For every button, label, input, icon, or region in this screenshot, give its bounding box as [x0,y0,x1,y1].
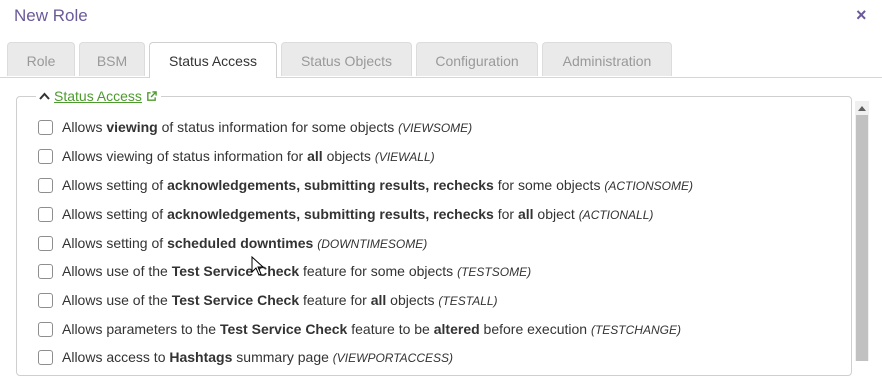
permission-code: (ACTIONSOME) [604,179,694,193]
permission-text: Test Service Check [219,321,348,337]
permission-label: Allows use of the Test Service Check fea… [62,292,498,308]
permission-checkbox[interactable] [38,263,53,279]
permission-text: for some objects [493,177,605,193]
permission-text: summary page [232,349,333,365]
permission-checkbox[interactable] [38,321,53,337]
permission-text: all [517,206,534,222]
permission-row[interactable]: Allows setting of acknowledgements, subm… [38,204,653,224]
tab-configuration[interactable]: Configuration [416,42,538,76]
close-icon[interactable]: × [856,5,867,26]
permission-text: all [370,292,387,308]
permission-text: altered [433,321,480,337]
external-link-icon[interactable] [146,90,157,102]
permission-text: Allows setting of [62,177,168,193]
permission-code: (VIEWALL) [374,150,435,164]
permission-text: Test Service Check [171,292,300,308]
permission-checkbox[interactable] [38,349,53,365]
permission-label: Allows parameters to the Test Service Ch… [62,321,681,337]
permission-row[interactable]: Allows viewing of status information for… [38,146,435,166]
permission-text: acknowledgements, submitting results, re… [167,177,494,193]
permission-checkbox[interactable] [38,148,53,164]
permission-code: (DOWNTIMESOME) [317,237,428,251]
permission-checkbox[interactable] [38,235,53,251]
permission-checkbox[interactable] [38,177,53,193]
permission-label: Allows viewing of status information for… [62,119,472,135]
permission-row[interactable]: Allows use of the Test Service Check fea… [38,290,498,310]
permission-checkbox[interactable] [38,292,53,308]
permission-row[interactable]: Allows access to Hashtags summary page (… [38,347,453,367]
permission-text: viewing [106,119,158,135]
scroll-up-icon[interactable] [855,101,869,115]
permission-text: Allows setting of [62,235,168,251]
permission-text: Allows viewing of status information for [62,148,308,164]
permission-text: objects [386,292,439,308]
scrollbar-thumb[interactable] [856,115,868,361]
section-legend[interactable]: Status Access [36,88,161,104]
permission-text: of status information for some objects [157,119,399,135]
permission-text: Allows use of the [62,263,172,279]
tab-administration[interactable]: Administration [542,42,672,76]
section-title-link[interactable]: Status Access [54,88,142,104]
tab-bsm[interactable]: BSM [79,42,145,76]
tab-bar: Role BSM Status Access Status Objects Co… [0,42,882,78]
dialog-title: New Role [14,6,88,25]
permission-code: (TESTALL) [438,294,498,308]
permission-text: Hashtags [169,349,233,365]
permission-row[interactable]: Allows setting of scheduled downtimes (D… [38,233,427,253]
permission-text: Allows parameters to the [62,321,220,337]
permission-text: objects [322,148,375,164]
permission-label: Allows access to Hashtags summary page (… [62,349,453,365]
tab-role[interactable]: Role [7,42,75,76]
permission-text: before execution [479,321,591,337]
permission-label: Allows setting of acknowledgements, subm… [62,206,653,222]
tab-status-access[interactable]: Status Access [149,42,277,78]
permission-text: scheduled downtimes [167,235,314,251]
permission-text: acknowledgements, submitting results, re… [167,206,494,222]
permission-checkbox[interactable] [38,119,53,135]
vertical-scrollbar[interactable] [855,101,869,361]
permission-row[interactable]: Allows viewing of status information for… [38,117,472,137]
permission-text: Allows setting of [62,206,168,222]
permission-text: feature for [299,292,371,308]
permission-code: (TESTSOME) [457,265,532,279]
permission-row[interactable]: Allows setting of acknowledgements, subm… [38,175,693,195]
permission-text: all [307,148,323,164]
permission-checkbox[interactable] [38,206,53,222]
permission-code: (ACTIONALL) [578,208,654,222]
permission-text: feature to be [347,321,434,337]
permission-label: Allows setting of scheduled downtimes (D… [62,235,427,251]
permission-text: for [493,206,518,222]
permission-code: (VIEWSOME) [398,121,473,135]
permission-code: (TESTCHANGE) [590,323,681,337]
permission-text: Allows [62,119,107,135]
permission-row[interactable]: Allows parameters to the Test Service Ch… [38,319,681,339]
permission-text: feature for some objects [299,263,458,279]
tab-status-objects[interactable]: Status Objects [281,42,412,76]
permission-row[interactable]: Allows use of the Test Service Check fea… [38,261,531,281]
permission-label: Allows use of the Test Service Check fea… [62,263,531,279]
permission-label: Allows setting of acknowledgements, subm… [62,177,693,193]
permission-label: Allows viewing of status information for… [62,148,435,164]
permission-text: Allows use of the [62,292,172,308]
permission-text: Test Service Check [171,263,300,279]
mouse-cursor-icon [251,256,265,276]
permission-text: object [533,206,579,222]
permission-text: Allows access to [62,349,170,365]
permission-code: (VIEWPORTACCESS) [332,351,454,365]
chevron-up-icon[interactable] [39,92,50,100]
